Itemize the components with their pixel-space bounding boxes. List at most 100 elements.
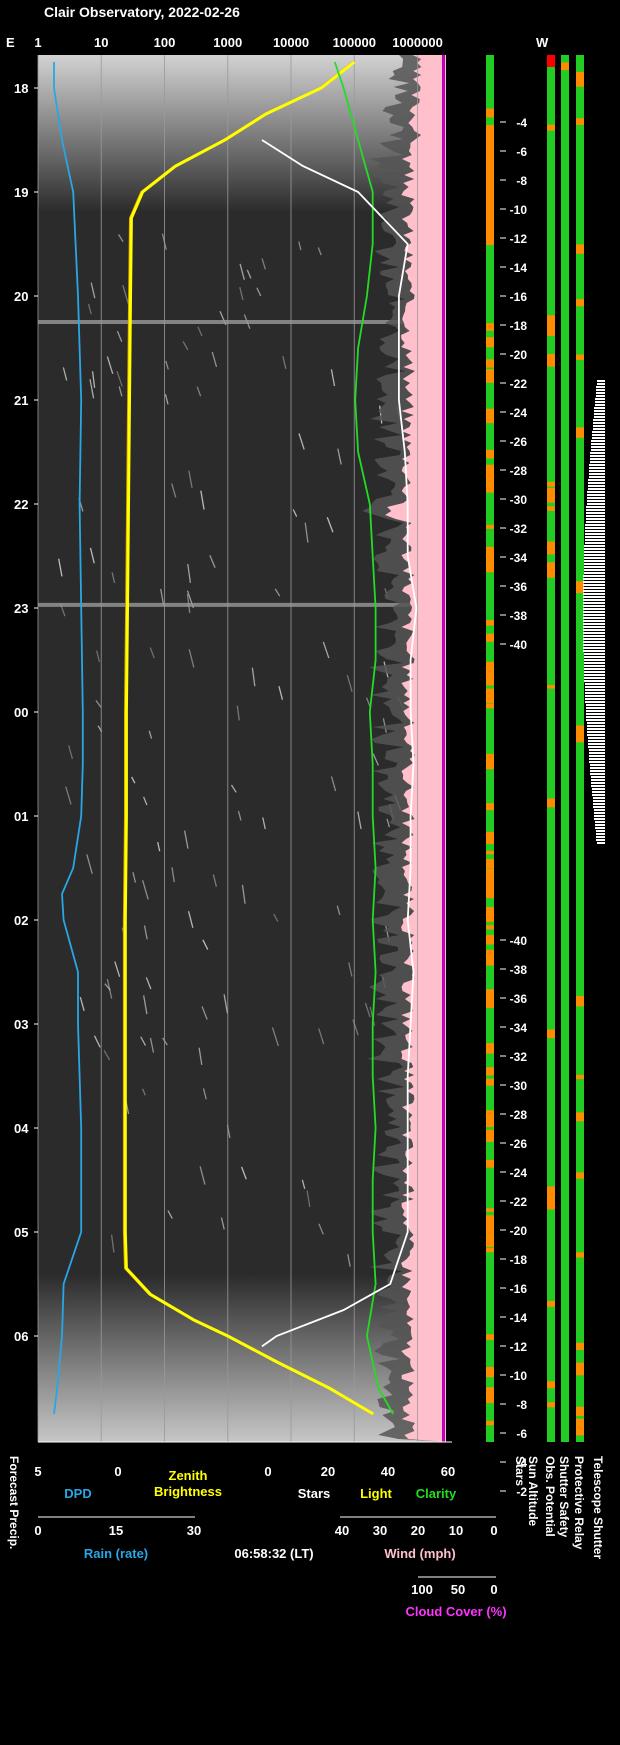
status-bar-segment xyxy=(547,324,555,336)
stars-count-bar xyxy=(595,824,605,826)
sky-artifact-line xyxy=(38,602,446,607)
sun-altitude-label: -8 xyxy=(516,1398,527,1412)
stars-count-bar xyxy=(586,704,605,706)
sun-altitude-label: -24 xyxy=(510,406,528,420)
status-bar-segment xyxy=(486,1387,494,1404)
status-bar-segment xyxy=(486,1078,494,1086)
sun-altitude-label: -8 xyxy=(516,174,527,188)
stars-count-bar xyxy=(584,677,605,679)
stars-count-bar xyxy=(585,701,605,703)
stars-count-bar xyxy=(583,650,605,652)
status-bar-segment xyxy=(486,1335,494,1340)
status-bar-segment xyxy=(576,427,584,438)
east-label: E xyxy=(6,35,15,50)
status-bar-segment xyxy=(486,803,494,811)
sun-altitude-label: -38 xyxy=(510,609,528,623)
status-bar-segment xyxy=(486,688,494,704)
status-bar-segment xyxy=(486,112,494,118)
status-bar-segment xyxy=(547,487,555,503)
stars-count-bar xyxy=(594,410,605,412)
stars-count-bar xyxy=(584,548,605,550)
stars-count-bar xyxy=(585,527,605,529)
forecast-label: Forecast Precip. xyxy=(7,1456,21,1549)
stars-count-bar xyxy=(583,587,605,589)
dpd-title: DPD xyxy=(64,1486,91,1501)
stars-count-bar xyxy=(592,437,605,439)
status-bar-segment xyxy=(547,1194,555,1210)
stars-count-bar xyxy=(585,692,605,694)
stars-count-bar xyxy=(587,500,605,502)
stars-count-bar xyxy=(596,833,605,835)
sun-altitude-label: -34 xyxy=(510,1021,528,1035)
stars-count-bar xyxy=(585,542,605,544)
stars-count-bar xyxy=(583,590,605,592)
status-bar-segment xyxy=(486,1420,494,1426)
stars-count-bar xyxy=(583,578,605,580)
stars-count-bar xyxy=(589,761,605,763)
sun-altitude-label: -10 xyxy=(510,203,528,217)
status-bar-segment xyxy=(486,524,494,529)
stars-count-bar xyxy=(590,764,605,766)
stars-count-bar xyxy=(591,782,605,784)
right-label: Sun Altitude xyxy=(526,1456,540,1527)
stars-count-bar xyxy=(584,554,605,556)
status-bar-segment xyxy=(547,1381,555,1389)
x-tick-label: 100000 xyxy=(333,35,376,50)
wind-tick: 10 xyxy=(449,1523,463,1538)
west-label: W xyxy=(536,35,549,50)
status-bar-segment xyxy=(486,934,494,945)
stars-count-bar xyxy=(583,623,605,625)
stars-count-bar xyxy=(589,749,605,751)
stars-count-bar xyxy=(584,674,605,676)
stars-count-bar xyxy=(592,788,605,790)
stars-count-bar xyxy=(586,719,605,721)
stars-count-bar xyxy=(583,584,605,586)
stars-count-bar xyxy=(587,503,605,505)
stars-count-bar xyxy=(593,419,605,421)
status-bar-segment xyxy=(547,1300,555,1307)
stars-count-bar xyxy=(587,497,605,499)
stars-count-bar xyxy=(594,815,605,817)
stars-count-bar xyxy=(586,518,605,520)
status-bar-segment xyxy=(486,1208,494,1212)
stars-count-bar xyxy=(594,416,605,418)
status-bar-segment xyxy=(547,506,555,511)
stars-count-bar xyxy=(586,710,605,712)
wind-tick: 30 xyxy=(373,1523,387,1538)
stars-tick: 20 xyxy=(321,1464,335,1479)
stars-count-bar xyxy=(593,428,605,430)
stars-count-bar xyxy=(588,737,605,739)
stars-count-bar xyxy=(584,560,605,562)
sun-altitude-label: -18 xyxy=(510,319,528,333)
cloud-tick: 50 xyxy=(451,1582,465,1597)
hour-label: 19 xyxy=(14,185,28,200)
stars-count-bar xyxy=(597,380,605,382)
stars-count-bar xyxy=(583,635,605,637)
x-tick-label: 10 xyxy=(94,35,108,50)
hour-label: 01 xyxy=(14,809,28,824)
stars-count-bar xyxy=(585,524,605,526)
right-label: Obs. Potential xyxy=(543,1456,557,1537)
stars-count-bar xyxy=(589,476,605,478)
stars-count-bar xyxy=(592,791,605,793)
stars-count-bar xyxy=(584,665,605,667)
stars-count-bar xyxy=(590,773,605,775)
stars-count-bar xyxy=(584,656,605,658)
stars-count-bar xyxy=(584,551,605,553)
stars-count-bar xyxy=(593,806,605,808)
stars-count-bar xyxy=(596,830,605,832)
stars-tick: 40 xyxy=(381,1464,395,1479)
status-bar-segment xyxy=(486,831,494,845)
stars-count-bar xyxy=(591,440,605,442)
hour-label: 21 xyxy=(14,393,28,408)
stars-count-bar xyxy=(593,425,605,427)
status-bar-segment xyxy=(486,337,494,348)
status-bar-segment xyxy=(486,859,494,869)
status-bar-segment xyxy=(547,800,555,808)
wind-title: Wind (mph) xyxy=(384,1546,455,1561)
zenith-title-line1: Zenith xyxy=(169,1468,208,1483)
status-bar-segment xyxy=(486,1112,494,1128)
sun-altitude-label: -36 xyxy=(510,580,528,594)
stars-count-bar xyxy=(591,449,605,451)
status-bar-segment xyxy=(576,1074,584,1080)
